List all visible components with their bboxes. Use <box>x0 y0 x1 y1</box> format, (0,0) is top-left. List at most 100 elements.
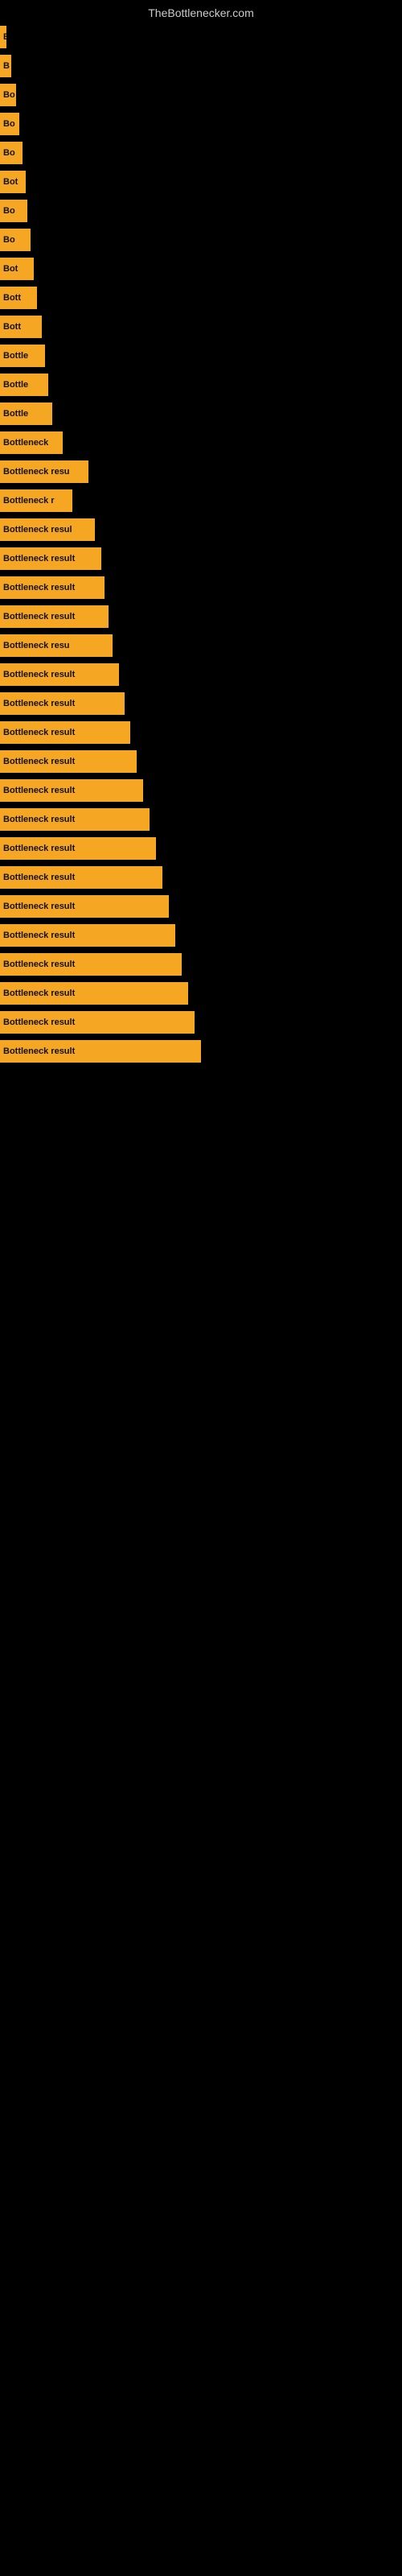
bar-item: Bottleneck result <box>0 924 175 947</box>
bars-container: B B Bo Bo Bo Bot Bo Bo Bot Bott Bott Bottle Bottle Bo… <box>0 23 402 1066</box>
bar-item: Bottleneck result <box>0 837 156 860</box>
bar-item: Bo <box>0 229 31 251</box>
bar-row: Bott <box>0 312 402 341</box>
bar-item: Bottleneck result <box>0 982 188 1005</box>
bar-label: Bottleneck result <box>3 670 75 679</box>
bar-item: B <box>0 26 6 48</box>
bar-row: Bottleneck result <box>0 747 402 776</box>
bar-label: Bottleneck result <box>3 902 75 911</box>
bar-row: Bottleneck result <box>0 805 402 834</box>
bar-label: Bottleneck resu <box>3 467 70 477</box>
bar-item: Bo <box>0 84 16 106</box>
bar-row: Bottle <box>0 399 402 428</box>
bar-label: Bottleneck result <box>3 757 75 766</box>
bar-row: Bottleneck result <box>0 1008 402 1037</box>
bar-label: B <box>3 61 10 71</box>
bar-label: Bott <box>3 293 21 303</box>
bar-label: Bottleneck result <box>3 583 75 592</box>
bar-row: Bottleneck result <box>0 602 402 631</box>
bar-row: Bottleneck resu <box>0 457 402 486</box>
bar-label: Bot <box>3 177 18 187</box>
bar-row: Bottleneck r <box>0 486 402 515</box>
bar-item: Bottleneck result <box>0 576 105 599</box>
bar-label: Bottleneck result <box>3 699 75 708</box>
bar-label: Bott <box>3 322 21 332</box>
bar-label: Bo <box>3 148 15 158</box>
bar-label: Bottleneck result <box>3 960 75 969</box>
bar-item: Bottle <box>0 402 52 425</box>
bar-label: B <box>3 32 6 42</box>
bar-label: Bottleneck result <box>3 844 75 853</box>
bar-label: Bottleneck result <box>3 728 75 737</box>
bar-item: Bottle <box>0 374 48 396</box>
bar-item: Bottleneck result <box>0 866 162 889</box>
site-title: TheBottlenecker.com <box>0 0 402 23</box>
bar-row: Bottleneck result <box>0 660 402 689</box>
bar-label: Bottleneck resu <box>3 641 70 650</box>
bar-item: Bottleneck resu <box>0 460 88 483</box>
bar-item: Bot <box>0 258 34 280</box>
bar-item: Bottleneck resul <box>0 518 95 541</box>
bar-row: Bottleneck resu <box>0 631 402 660</box>
bar-item: Bottleneck result <box>0 692 125 715</box>
bar-item: Bottleneck result <box>0 895 169 918</box>
bar-item: Bottleneck r <box>0 489 72 512</box>
bar-row: Bo <box>0 196 402 225</box>
bar-label: Bottleneck result <box>3 1046 75 1056</box>
bar-row: Bot <box>0 167 402 196</box>
bar-label: Bottle <box>3 409 28 419</box>
bar-row: Bottleneck <box>0 428 402 457</box>
bar-label: Bo <box>3 119 15 129</box>
bar-row: Bottleneck result <box>0 776 402 805</box>
bar-label: Bottleneck result <box>3 612 75 621</box>
bar-row: Bottle <box>0 370 402 399</box>
bar-item: Bottleneck result <box>0 605 109 628</box>
bar-label: Bottleneck r <box>3 496 55 506</box>
bar-item: Bot <box>0 171 26 193</box>
bar-label: Bo <box>3 206 15 216</box>
bar-item: Bottleneck result <box>0 808 150 831</box>
bar-label: Bottleneck result <box>3 931 75 940</box>
bar-item: Bottleneck resu <box>0 634 113 657</box>
bar-item: Bottleneck result <box>0 721 130 744</box>
bar-label: Bottleneck <box>3 438 48 448</box>
bar-item: Bottleneck result <box>0 750 137 773</box>
bar-row: Bottleneck result <box>0 834 402 863</box>
bar-row: Bo <box>0 225 402 254</box>
bar-item: Bott <box>0 287 37 309</box>
bar-item: Bottleneck <box>0 431 63 454</box>
bar-item: Bo <box>0 113 19 135</box>
bar-label: Bo <box>3 235 15 245</box>
bar-item: Bottleneck result <box>0 1040 201 1063</box>
bar-label: Bo <box>3 90 15 100</box>
bar-item: Bottleneck result <box>0 663 119 686</box>
bar-label: Bottleneck result <box>3 786 75 795</box>
bar-row: Bottleneck result <box>0 863 402 892</box>
bar-row: Bottleneck result <box>0 689 402 718</box>
bar-row: Bottleneck result <box>0 921 402 950</box>
bar-row: Bottle <box>0 341 402 370</box>
bar-item: Bottleneck result <box>0 547 101 570</box>
bar-label: Bottleneck resul <box>3 525 72 535</box>
bar-row: B <box>0 23 402 52</box>
bar-label: Bottleneck result <box>3 554 75 564</box>
bar-item: Bo <box>0 200 27 222</box>
bar-row: Bottleneck result <box>0 573 402 602</box>
bar-label: Bottleneck result <box>3 873 75 882</box>
bar-item: B <box>0 55 11 77</box>
bar-row: Bottleneck result <box>0 892 402 921</box>
bar-row: B <box>0 52 402 80</box>
bar-label: Bottleneck result <box>3 815 75 824</box>
bar-item: Bottleneck result <box>0 779 143 802</box>
bar-label: Bot <box>3 264 18 274</box>
bar-label: Bottle <box>3 380 28 390</box>
bar-item: Bo <box>0 142 23 164</box>
bar-row: Bo <box>0 80 402 109</box>
bar-label: Bottleneck result <box>3 989 75 998</box>
bar-row: Bottleneck result <box>0 950 402 979</box>
bar-item: Bottleneck result <box>0 1011 195 1034</box>
bar-row: Bottleneck result <box>0 718 402 747</box>
bar-item: Bott <box>0 316 42 338</box>
bar-row: Bot <box>0 254 402 283</box>
bar-row: Bottleneck result <box>0 1037 402 1066</box>
